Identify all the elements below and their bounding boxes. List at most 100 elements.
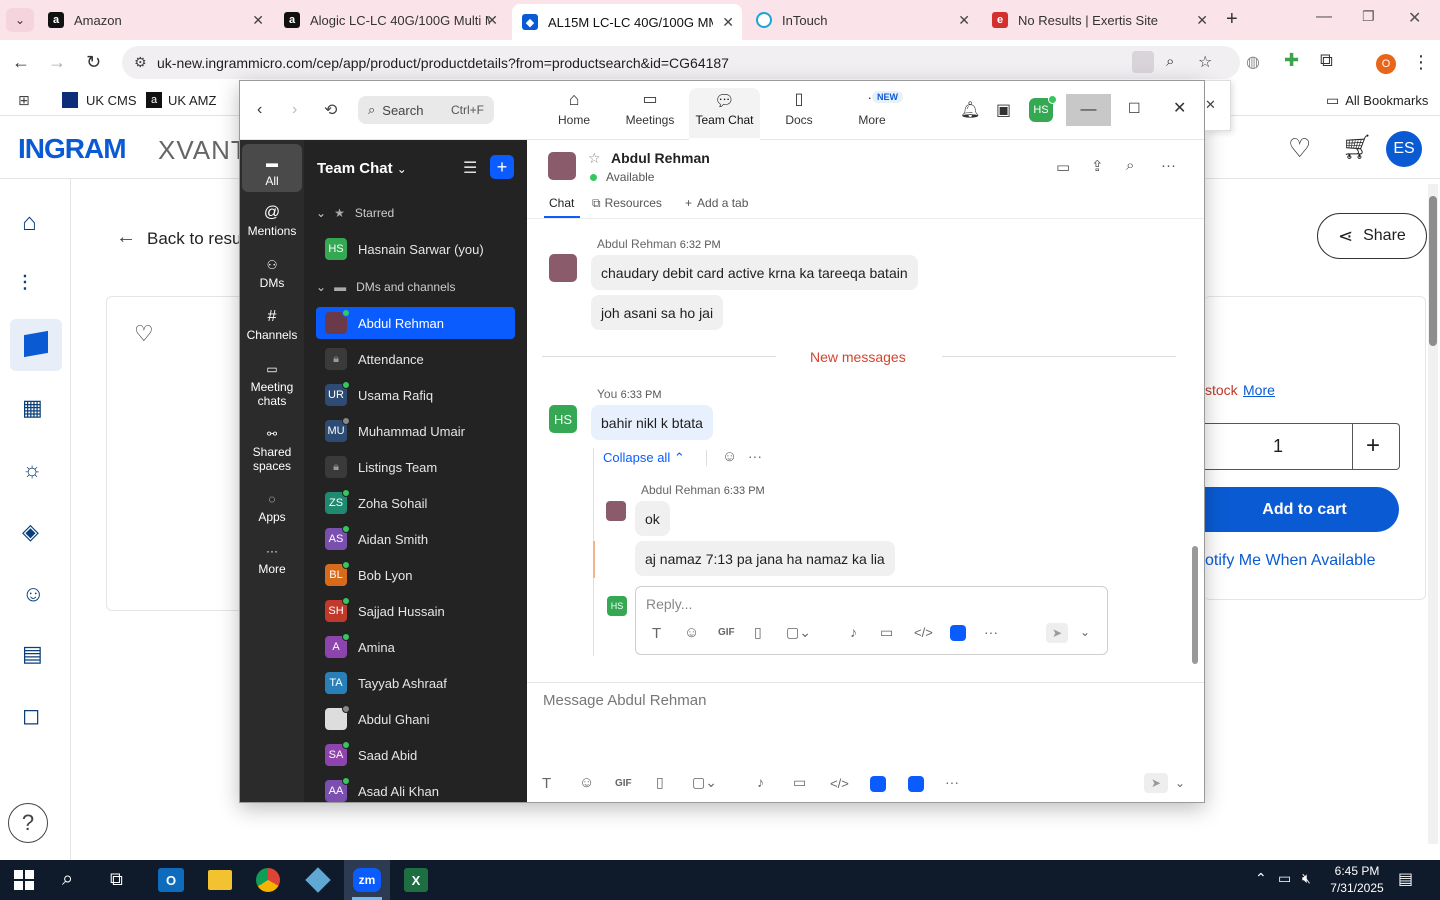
contact-list-item[interactable]: Abdul Ghani [316,703,515,735]
back-arrow-icon[interactable]: ← [12,52,30,73]
star-outline-icon[interactable]: ☆ [588,150,601,167]
team-chat-title[interactable]: Team Chat ⌄ [317,160,407,177]
starred-section-header[interactable]: ⌄ ★ Starred [316,206,394,220]
notify-me-link[interactable]: otify Me When Available [1205,552,1375,570]
nav-team-chat-active[interactable]: 💬︎ Team Chat [689,88,760,140]
zoom-taskbar-button[interactable]: zm [344,860,390,900]
scrollbar-thumb[interactable] [1192,546,1198,664]
rail-dms[interactable]: ⚇ DMs [242,254,302,290]
minimize-window-button[interactable]: — [1316,8,1332,26]
close-tab-icon[interactable]: ✕ [958,12,970,29]
help-icon[interactable]: ? [8,803,48,843]
tab-alogic[interactable]: a Alogic LC-LC 40G/100G Multi M ✕ [276,6,506,34]
contact-list-item[interactable]: SA Saad Abid [316,739,515,771]
rail-channels[interactable]: # Channels [242,306,302,342]
zoom-app-icon[interactable] [950,625,966,641]
chevron-down-icon[interactable]: ⌄ [1080,625,1090,639]
collapse-all-link[interactable]: Collapse all ⌃ [603,450,685,466]
video-message-icon[interactable]: ▭ [793,774,806,791]
tab-add[interactable]: + Add a tab [685,196,748,210]
dms-section-header[interactable]: ⌄ ▬ DMs and channels [316,280,455,294]
page-action-icon[interactable] [1132,51,1154,73]
chevron-down-icon[interactable]: ⌄ [1175,776,1185,790]
message-bubble[interactable]: chaudary debit card active krna ka taree… [591,255,918,290]
browser-menu-icon[interactable]: ⋮ [1412,52,1430,73]
contact-list-item[interactable]: Abdul Rehman [316,307,515,339]
share-button[interactable]: ⋖ Share [1317,213,1427,259]
new-chat-button[interactable]: + [490,155,514,179]
microphone-icon[interactable]: ♪ [850,624,857,640]
zoom-search-input[interactable]: ⌕ Search Ctrl+F [358,96,494,124]
system-clock[interactable]: 6:45 PM 7/31/2025 [1328,863,1386,897]
shopping-bag-icon[interactable]: ◻ [22,703,40,729]
rail-meeting-chats[interactable]: ▭ Meeting chats [242,358,302,408]
home-icon[interactable]: ⌂ [22,209,37,237]
nav-docs[interactable]: ▯ Docs [767,89,831,135]
text-format-icon[interactable]: T [652,625,661,642]
screenshot-icon[interactable]: ▢⌄ [692,774,717,791]
message-bubble[interactable]: ok [635,501,670,536]
quantity-value[interactable]: 1 [1204,424,1352,469]
zoom-app-icon[interactable] [870,776,886,792]
profile-avatar[interactable]: O [1376,54,1396,74]
thread-more-icon[interactable]: ··· [748,448,762,464]
bell-icon[interactable]: 🔔︎ [960,100,980,120]
code-snippet-icon[interactable]: </> [830,776,849,791]
site-info-icon[interactable]: ⚙ [134,54,147,71]
rail-more[interactable]: ··· More [242,540,302,576]
contact-list-item[interactable]: TA Tayyab Ashraaf [316,667,515,699]
rail-apps[interactable]: ◌ Apps [242,488,302,524]
nav-home[interactable]: ⌂ Home [543,89,605,135]
tab-intouch[interactable]: InTouch ✕ [748,6,978,34]
reply-placeholder[interactable]: Reply... [646,596,692,612]
more-options-icon[interactable]: ··· [945,774,959,790]
rail-shared-spaces[interactable]: ⚯ Shared spaces [242,423,302,473]
code-snippet-icon[interactable]: </> [914,625,933,640]
app-diamond-icon[interactable] [305,867,331,893]
search-icon[interactable]: ⌕ [1126,157,1134,174]
contact-list-item[interactable]: AS Aidan Smith [316,523,515,555]
volume-muted-icon[interactable]: 🔇︎ [1302,870,1311,887]
gif-icon[interactable]: GIF [615,778,632,789]
close-tab-icon[interactable]: ✕ [252,12,264,29]
building-icon[interactable]: ▦ [22,395,43,421]
share-screen-icon[interactable]: ⇪ [1091,157,1104,175]
ingram-logo[interactable]: INGRAM [18,133,127,165]
zoom-close-button[interactable]: ✕ [1173,98,1186,118]
outlook-icon[interactable]: O [158,868,184,892]
address-bar[interactable]: ⚙ uk-new.ingrammicro.com/cep/app/product… [122,46,1240,79]
lightbulb-icon[interactable]: ☼ [22,457,42,483]
send-icon[interactable]: ➤ [1046,623,1068,643]
search-icon[interactable]: ⌕ [62,868,73,891]
restore-window-button[interactable]: ❐ [1362,8,1375,25]
reload-icon[interactable]: ↻ [86,52,101,73]
close-window-button[interactable]: ✕ [1408,8,1421,28]
list-item-self[interactable]: HS Hasnain Sarwar (you) [316,233,515,265]
emoji-icon[interactable]: ☺ [684,624,699,641]
tab-search-button[interactable]: ⌄ [6,8,34,32]
contact-list-item[interactable]: SH Sajjad Hussain [316,595,515,627]
file-icon[interactable]: ▯ [754,624,762,641]
extension-plus-icon[interactable]: ✚ [1284,50,1299,71]
apps-grid-icon[interactable]: ⊞ [18,92,30,109]
bookmark-uk-amz[interactable]: a UK AMZ [146,92,216,108]
calendar-icon[interactable]: ▤ [22,641,43,667]
task-view-icon[interactable]: ⧉ [110,869,123,890]
file-explorer-icon[interactable] [208,870,232,890]
network-icon[interactable]: ▭ [1278,870,1291,887]
zoom-minimize-button[interactable]: — [1066,94,1111,126]
emoji-icon[interactable]: ☺ [579,774,594,791]
stock-more-link[interactable]: More [1243,382,1275,398]
new-tab-button[interactable]: + [1226,8,1238,31]
filter-icon[interactable]: ☰ [463,158,477,178]
contact-list-item[interactable]: 🔒︎ Attendance [316,343,515,375]
emoji-reaction-icon[interactable]: ☺ [722,448,737,465]
rail-mentions[interactable]: @ Mentions [242,202,302,238]
products-nav-active[interactable] [10,319,62,371]
video-call-icon[interactable]: ▭ [1056,158,1070,176]
increment-plus-icon[interactable]: + [1366,432,1380,460]
nav-more[interactable]: ·· NEW More [840,89,904,135]
tab-ingram-active[interactable]: ◆ AL15M LC-LC 40G/100G MMD ✕ [512,4,742,40]
cart-icon[interactable]: 🛒︎ [1342,133,1372,162]
contact-list-item[interactable]: 🔒︎ Listings Team [316,451,515,483]
